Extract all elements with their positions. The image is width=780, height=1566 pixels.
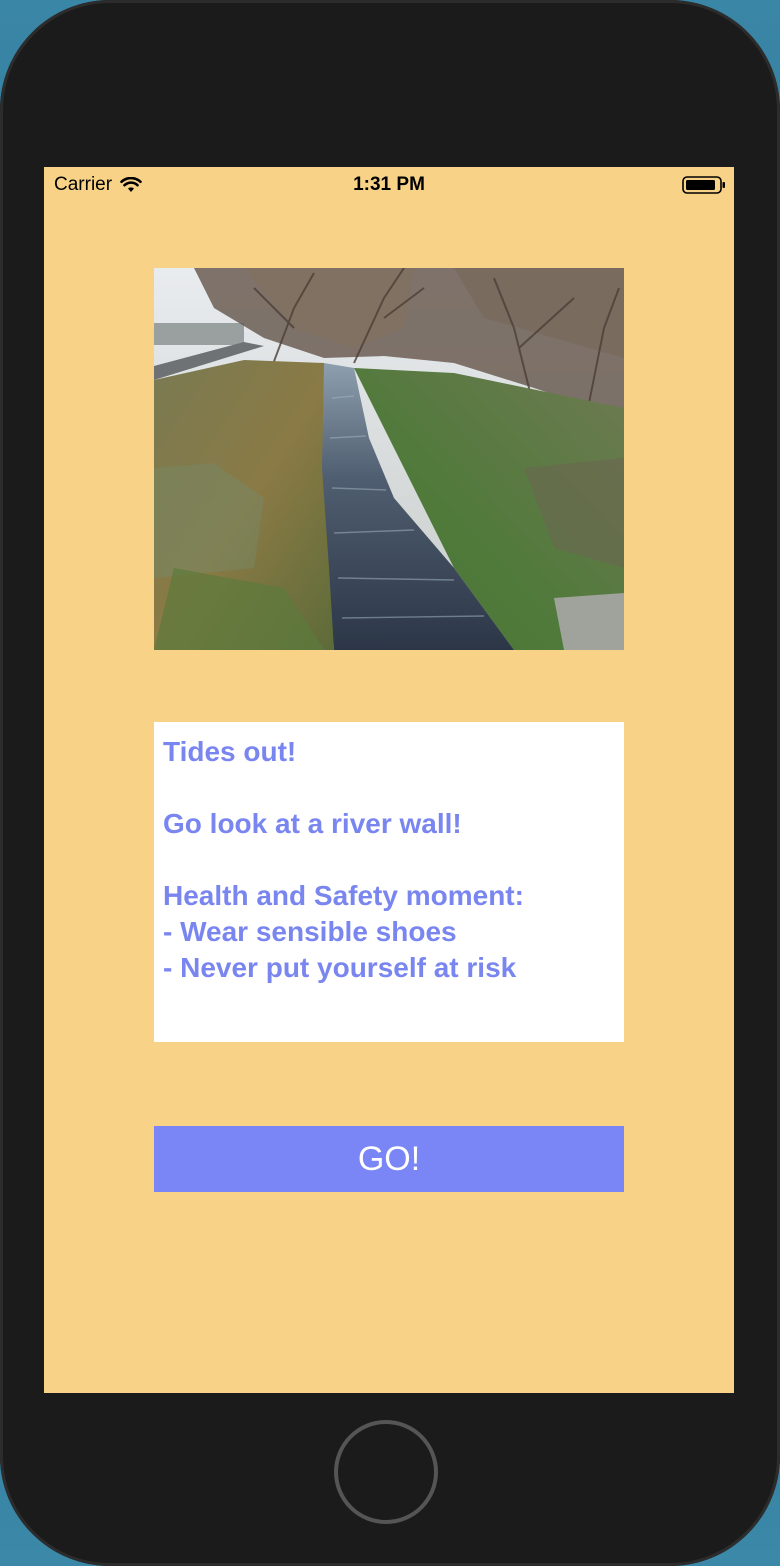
river-photo: [154, 268, 624, 650]
message-line: - Never put yourself at risk: [163, 952, 517, 983]
battery-icon: [682, 176, 725, 194]
status-bar: Carrier 1:31 PM: [44, 167, 734, 203]
app-screen: Carrier 1:31 PM Tides out! Go look at a …: [44, 167, 734, 1393]
message-line: [163, 770, 615, 806]
phone-device-frame: Carrier 1:31 PM Tides out! Go look at a …: [0, 0, 780, 1566]
status-time: 1:31 PM: [353, 174, 425, 195]
message-line: Tides out!: [163, 736, 297, 767]
message-line: Health and Safety moment:: [163, 880, 524, 911]
message-line: Go look at a river wall!: [163, 808, 462, 839]
message-box: Tides out! Go look at a river wall! Heal…: [154, 722, 624, 1042]
go-button[interactable]: GO!: [154, 1126, 624, 1192]
home-button[interactable]: [334, 1420, 438, 1524]
message-line: - Wear sensible shoes: [163, 916, 457, 947]
message-line: [163, 842, 615, 878]
